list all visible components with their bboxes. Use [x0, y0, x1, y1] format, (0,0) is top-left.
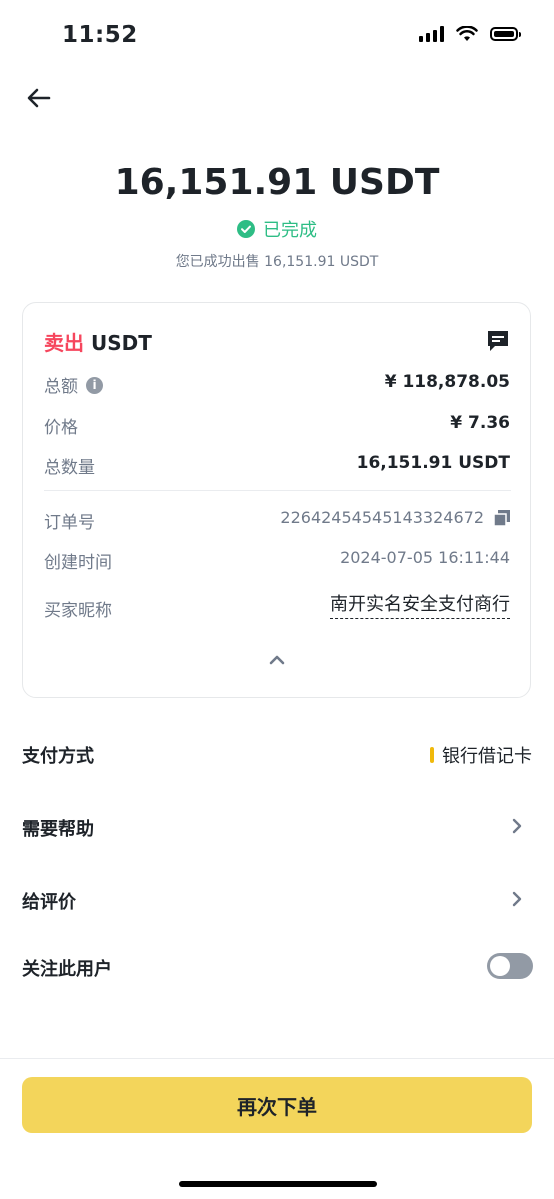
price-value: ¥ 7.36: [450, 413, 510, 433]
created-time-value: 2024-07-05 16:11:44: [340, 548, 510, 567]
home-indicator: [179, 1181, 377, 1187]
price-label: 价格: [44, 418, 78, 438]
order-detail-card: [22, 302, 531, 698]
order-summary: 您已成功出售 16,151.91 USDT: [175, 254, 379, 270]
order-again-button[interactable]: 再次下单: [22, 1077, 532, 1133]
buyer-nickname-link[interactable]: 南开实名安全支付商行: [330, 590, 510, 619]
card-title: 卖出 USDT: [44, 327, 152, 356]
info-icon[interactable]: i: [86, 376, 103, 394]
back-arrow-icon[interactable]: [26, 86, 52, 110]
card-divider: [44, 490, 511, 491]
total-value: ¥ 118,878.05: [384, 372, 510, 392]
review-row[interactable]: 给评价: [22, 888, 76, 914]
status-icons: [419, 26, 521, 42]
payment-method-value: 银行借记卡: [442, 746, 532, 767]
order-no-value: 22642454545143324672: [280, 508, 484, 527]
follow-user-label: 关注此用户: [22, 959, 112, 980]
payment-method-label: 支付方式: [22, 746, 94, 767]
quantity-value: 16,151.91 USDT: [356, 453, 510, 473]
trade-asset: USDT: [90, 331, 152, 355]
follow-user-toggle[interactable]: [487, 953, 533, 979]
status-text: 已完成: [263, 220, 317, 241]
order-status: 已完成: [0, 216, 554, 242]
battery-icon: [490, 27, 521, 41]
order-no-label: 订单号: [44, 513, 95, 533]
chevron-right-icon[interactable]: [510, 817, 524, 835]
total-label: 总额 i: [44, 372, 103, 397]
wifi-icon: [456, 26, 478, 41]
created-time-label: 创建时间: [44, 553, 112, 573]
cellular-signal-icon: [419, 26, 444, 42]
order-amount: 16,151.91 USDT: [114, 162, 440, 203]
chat-icon[interactable]: [486, 329, 510, 353]
payment-method[interactable]: 银行借记卡: [430, 742, 532, 768]
payment-color-bar: [430, 747, 434, 763]
buyer-label: 买家昵称: [44, 601, 112, 621]
help-row[interactable]: 需要帮助: [22, 815, 94, 841]
quantity-label: 总数量: [44, 458, 95, 478]
check-circle-icon: [237, 220, 255, 238]
status-time: 11:52: [62, 22, 138, 48]
copy-icon[interactable]: [494, 509, 510, 526]
chevron-up-icon[interactable]: [266, 652, 288, 668]
order-no: 22642454545143324672: [280, 508, 510, 527]
chevron-right-icon[interactable]: [510, 890, 524, 908]
trade-side: 卖出: [44, 331, 84, 355]
total-label-text: 总额: [44, 377, 78, 397]
toggle-knob: [490, 956, 510, 976]
bottom-divider: [0, 1058, 554, 1059]
